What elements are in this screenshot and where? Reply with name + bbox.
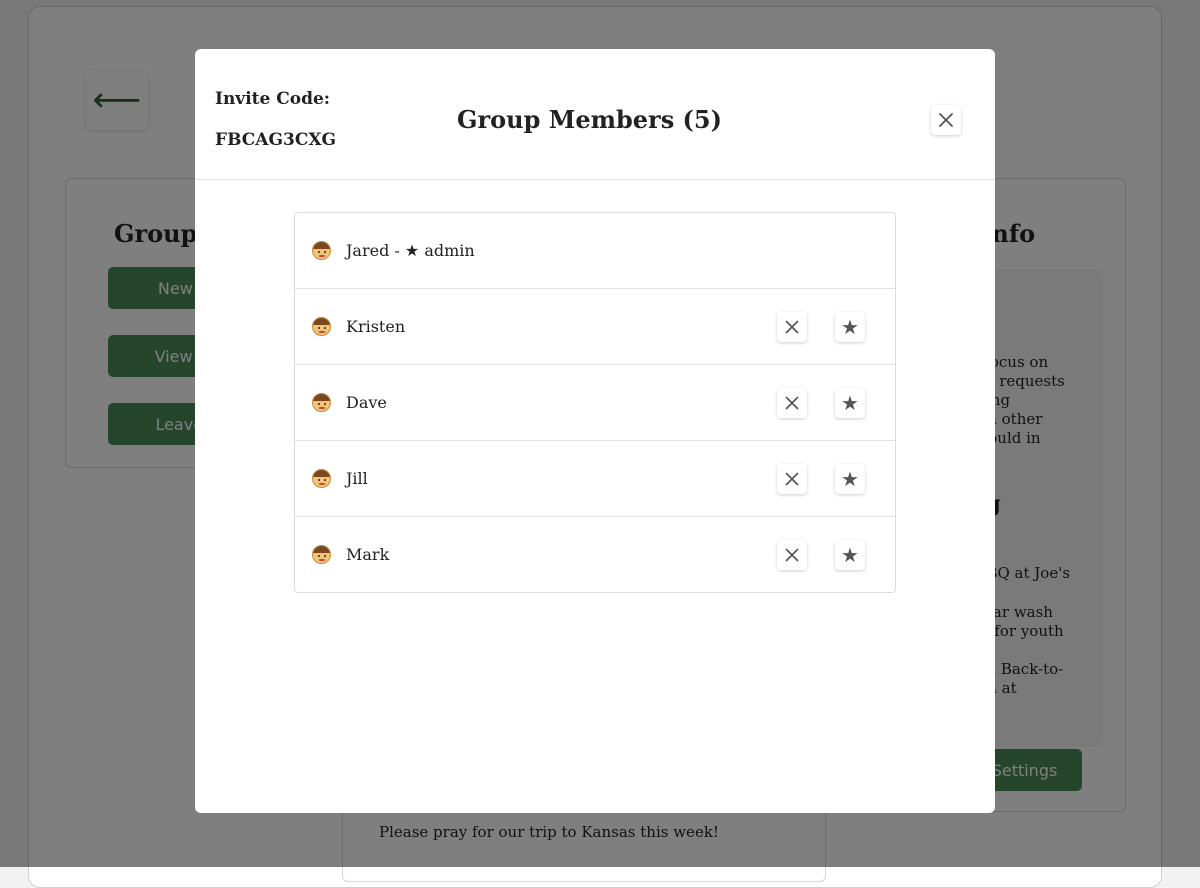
close-icon bbox=[785, 396, 799, 410]
close-icon bbox=[785, 472, 799, 486]
person-icon bbox=[312, 241, 331, 260]
remove-member-button[interactable] bbox=[777, 312, 807, 342]
star-icon: ★ bbox=[841, 467, 859, 491]
remove-member-button[interactable] bbox=[777, 388, 807, 418]
person-icon bbox=[312, 393, 331, 412]
person-icon bbox=[312, 469, 331, 488]
member-row: Mark ★ bbox=[295, 517, 895, 592]
member-row: Jared - ★ admin bbox=[295, 213, 895, 289]
star-icon: ★ bbox=[841, 543, 859, 567]
member-list: Jared - ★ admin Kristen ★ Dave ★ Jill ★ … bbox=[294, 212, 896, 593]
member-name: Kristen bbox=[346, 317, 406, 336]
star-icon: ★ bbox=[841, 315, 859, 339]
remove-member-button[interactable] bbox=[777, 540, 807, 570]
member-name: Jared - ★ admin bbox=[346, 241, 475, 260]
close-icon bbox=[939, 113, 953, 127]
group-members-modal: Invite Code: FBCAG3CXG Group Members (5)… bbox=[195, 49, 995, 813]
modal-title: Group Members (5) bbox=[457, 105, 722, 134]
person-icon bbox=[312, 317, 331, 336]
member-name: Dave bbox=[346, 393, 387, 412]
member-row: Kristen ★ bbox=[295, 289, 895, 365]
star-icon: ★ bbox=[841, 391, 859, 415]
member-name: Mark bbox=[346, 545, 390, 564]
member-name: Jill bbox=[346, 469, 368, 488]
make-admin-button[interactable]: ★ bbox=[835, 388, 865, 418]
make-admin-button[interactable]: ★ bbox=[835, 464, 865, 494]
close-icon bbox=[785, 320, 799, 334]
member-row: Dave ★ bbox=[295, 365, 895, 441]
close-modal-button[interactable] bbox=[931, 105, 961, 135]
make-admin-button[interactable]: ★ bbox=[835, 540, 865, 570]
person-icon bbox=[312, 545, 331, 564]
close-icon bbox=[785, 548, 799, 562]
remove-member-button[interactable] bbox=[777, 464, 807, 494]
member-row: Jill ★ bbox=[295, 441, 895, 517]
modal-header: Invite Code: FBCAG3CXG Group Members (5) bbox=[195, 49, 995, 180]
make-admin-button[interactable]: ★ bbox=[835, 312, 865, 342]
